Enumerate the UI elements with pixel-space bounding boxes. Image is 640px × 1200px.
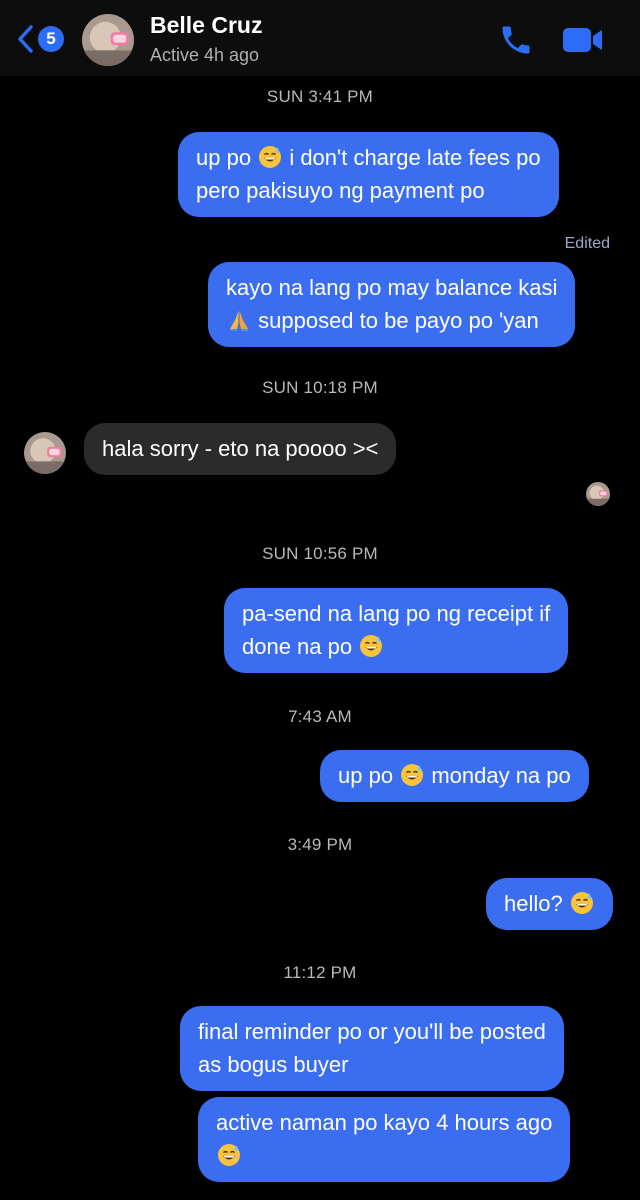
outgoing-message[interactable]: hello?	[486, 878, 613, 930]
grinning-sweat-emoji	[217, 1143, 241, 1167]
grinning-sweat-emoji	[359, 634, 383, 658]
video-call-button[interactable]	[562, 26, 604, 59]
conversation-header: 5 Belle Cruz Active 4h ago	[0, 0, 640, 76]
message-text: up po	[196, 145, 252, 170]
timestamp: 3:49 PM	[287, 835, 353, 854]
grinning-sweat-emoji	[258, 145, 282, 169]
outgoing-message[interactable]: final reminder po or you'll be posted as…	[180, 1006, 564, 1091]
timestamp: SUN 10:56 PM	[262, 544, 378, 563]
contact-name[interactable]: Belle Cruz	[150, 12, 262, 39]
message-text: as bogus buyer	[198, 1052, 349, 1077]
grinning-sweat-emoji	[570, 891, 594, 915]
chevron-left-icon	[18, 25, 33, 53]
message-text: final reminder po or you'll be posted	[198, 1019, 546, 1044]
outgoing-message[interactable]: pa-send na lang po ng receipt if done na…	[224, 588, 569, 673]
message-text: monday na po	[431, 763, 571, 788]
edited-label: Edited	[564, 235, 610, 252]
message-text: kayo na lang po may balance kasi	[226, 275, 558, 300]
phone-icon	[502, 26, 530, 54]
timestamp: SUN 10:18 PM	[262, 378, 378, 397]
message-text: up po	[338, 763, 394, 788]
message-text: active naman po kayo 4 hours ago	[216, 1110, 553, 1135]
timestamp: 11:12 PM	[283, 963, 357, 982]
outgoing-message[interactable]: active naman po kayo 4 hours ago	[198, 1097, 571, 1182]
timestamp: 7:43 AM	[288, 707, 352, 726]
message-text: done na po	[242, 634, 353, 659]
contact-avatar-small[interactable]	[24, 432, 66, 474]
back-button[interactable]: 5	[16, 24, 64, 54]
message-text: supposed to be payo po 'yan	[258, 308, 539, 333]
message-text: pa-send na lang po ng receipt if	[242, 601, 551, 626]
active-status: Active 4h ago	[150, 45, 260, 65]
message-text: hala sorry - eto na poooo ><	[102, 436, 379, 461]
outgoing-message[interactable]: kayo na lang po may balance kasi suppose…	[208, 262, 576, 347]
folded-hands-emoji	[227, 308, 251, 332]
unread-count-badge: 5	[38, 26, 64, 52]
grinning-sweat-emoji	[400, 763, 424, 787]
timestamp: SUN 3:41 PM	[266, 87, 374, 106]
outgoing-message[interactable]: up po monday na po	[320, 750, 589, 802]
message-text: hello?	[504, 891, 563, 916]
seen-receipt-avatar	[586, 482, 610, 506]
video-camera-icon	[563, 28, 602, 52]
message-text: pero pakisuyo ng payment po	[196, 178, 485, 203]
message-text: i don't charge late fees po	[289, 145, 541, 170]
call-button[interactable]	[498, 22, 534, 63]
outgoing-message[interactable]: up po i don't charge late fees po pero p…	[178, 132, 559, 217]
incoming-message[interactable]: hala sorry - eto na poooo ><	[84, 423, 397, 475]
contact-avatar[interactable]	[82, 14, 134, 66]
